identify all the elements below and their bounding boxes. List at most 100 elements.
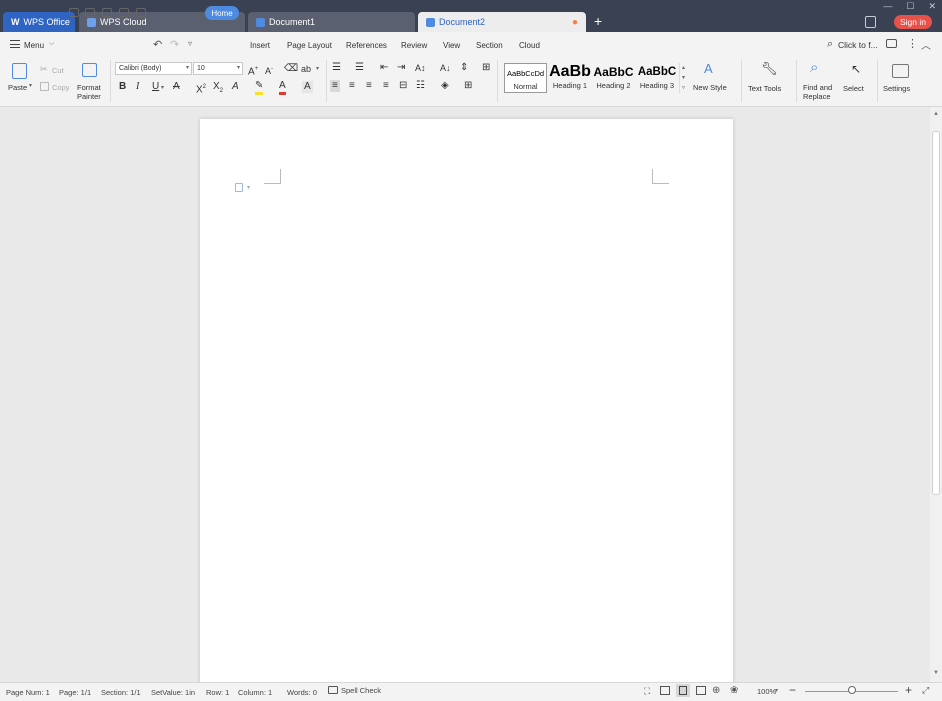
- web-view-icon[interactable]: ⊕: [712, 685, 720, 696]
- maximize-icon[interactable]: ☐: [906, 1, 914, 12]
- phonetic-guide-icon[interactable]: ab: [301, 63, 311, 75]
- paragraph-menu-icon[interactable]: [235, 183, 243, 192]
- shading-icon[interactable]: ◈: [441, 80, 449, 92]
- tab-section[interactable]: Section: [476, 41, 503, 50]
- minimize-icon[interactable]: —: [883, 1, 892, 12]
- find-replace-label-2[interactable]: Replace: [803, 92, 831, 101]
- italic-icon[interactable]: I: [136, 81, 139, 93]
- increase-font-size-icon[interactable]: A+: [248, 63, 258, 78]
- zoom-in-icon[interactable]: +: [905, 683, 912, 697]
- search-command-input[interactable]: Click to f...: [838, 40, 878, 50]
- open-icon[interactable]: [69, 8, 79, 17]
- print-preview-icon[interactable]: [136, 8, 146, 17]
- tab-references[interactable]: References: [346, 41, 387, 50]
- comment-icon[interactable]: [886, 39, 897, 48]
- align-center-icon[interactable]: ≡: [349, 80, 355, 92]
- decrease-font-size-icon[interactable]: A-: [265, 63, 273, 77]
- status-section[interactable]: Section: 1/1: [101, 688, 141, 697]
- cut-button[interactable]: Cut: [52, 66, 64, 75]
- cut-icon[interactable]: ✂: [40, 64, 48, 75]
- font-color-icon[interactable]: A: [279, 80, 286, 95]
- chevron-down-icon[interactable]: ▾: [775, 687, 778, 694]
- zoom-out-icon[interactable]: −: [789, 683, 796, 697]
- style-heading-3[interactable]: AaBbC Heading 3: [636, 63, 678, 93]
- styles-scroll[interactable]: ▴ ▾ ▿: [679, 63, 687, 93]
- sidebar-toggle-icon[interactable]: [865, 16, 876, 28]
- borders-icon[interactable]: ⊞: [464, 80, 472, 92]
- bold-icon[interactable]: B: [119, 81, 126, 93]
- new-style-button[interactable]: New Style: [693, 83, 727, 92]
- scroll-up-icon[interactable]: ▲: [933, 111, 939, 117]
- tab-page-layout[interactable]: Page Layout: [287, 41, 332, 50]
- status-setvalue[interactable]: SetValue: 1in: [151, 688, 195, 697]
- style-normal[interactable]: AaBbCcDd Normal: [504, 63, 547, 93]
- wrench-icon[interactable]: 🔧︎: [761, 62, 778, 75]
- paste-button[interactable]: Paste: [8, 83, 27, 92]
- subscript-icon[interactable]: X2: [213, 81, 223, 97]
- copy-icon[interactable]: [40, 82, 49, 91]
- strikethrough-icon[interactable]: A: [173, 81, 180, 93]
- status-page[interactable]: Page: 1/1: [59, 688, 91, 697]
- close-icon[interactable]: ✕: [928, 1, 936, 12]
- chevron-down-icon[interactable]: ▾: [247, 184, 250, 191]
- print-icon[interactable]: [119, 8, 129, 17]
- show-hide-marks-icon[interactable]: ⊞: [482, 62, 490, 74]
- page-view-active[interactable]: [676, 684, 690, 697]
- paste-icon[interactable]: [12, 63, 27, 79]
- numbered-list-icon[interactable]: ☰: [355, 62, 364, 74]
- eye-protection-icon[interactable]: ❀: [730, 685, 738, 696]
- more-options-icon[interactable]: ⋮: [907, 37, 918, 50]
- hamburger-icon[interactable]: [10, 40, 20, 48]
- status-page-num[interactable]: Page Num: 1: [6, 688, 50, 697]
- decrease-indent-icon[interactable]: ⇤: [380, 62, 388, 74]
- style-heading-1[interactable]: AaBb Heading 1: [548, 63, 592, 93]
- chevron-down-icon[interactable]: ▾: [161, 84, 164, 91]
- zoom-slider-thumb[interactable]: [847, 686, 856, 694]
- select-cursor-icon[interactable]: ↖: [851, 63, 861, 75]
- new-tab-button[interactable]: +: [594, 12, 602, 30]
- spell-check-button[interactable]: Spell Check: [341, 686, 381, 695]
- format-painter-label-1[interactable]: Format: [77, 83, 101, 92]
- customize-toolbar-icon[interactable]: ▿: [188, 39, 192, 48]
- distributed-icon[interactable]: ⊟: [399, 80, 407, 92]
- chevron-down-icon[interactable]: ▾: [29, 82, 32, 89]
- tab-cloud[interactable]: Cloud: [519, 41, 540, 50]
- sign-in-button[interactable]: Sign in: [894, 15, 932, 29]
- spell-check-icon[interactable]: [328, 686, 338, 694]
- tab-document2[interactable]: Document2 ●: [418, 12, 586, 32]
- copy-button[interactable]: Copy: [52, 83, 70, 92]
- tab-wps-office[interactable]: W WPS Office: [3, 12, 75, 32]
- export-pdf-icon[interactable]: [102, 8, 112, 17]
- settings-icon[interactable]: [892, 64, 909, 78]
- underline-icon[interactable]: U: [152, 81, 159, 93]
- style-heading-2[interactable]: AaBbC Heading 2: [592, 63, 635, 93]
- new-style-icon[interactable]: A: [704, 62, 713, 75]
- status-words[interactable]: Words: 0: [287, 688, 317, 697]
- paragraph-spacing-icon[interactable]: ☷: [416, 80, 425, 92]
- align-left-icon[interactable]: ≡: [330, 80, 340, 92]
- text-effects-icon[interactable]: A: [232, 81, 239, 93]
- status-row[interactable]: Row: 1: [206, 688, 229, 697]
- highlight-color-icon[interactable]: ✎: [255, 80, 264, 95]
- tab-home[interactable]: Home: [205, 6, 239, 20]
- tab-review[interactable]: Review: [401, 41, 427, 50]
- outline-view-icon[interactable]: [696, 686, 706, 695]
- clear-formatting-icon[interactable]: ⌫: [284, 63, 298, 75]
- two-page-view-icon[interactable]: [660, 686, 670, 695]
- status-column[interactable]: Column: 1: [238, 688, 272, 697]
- full-screen-icon[interactable]: ⛶: [644, 686, 650, 697]
- superscript-icon[interactable]: X2: [196, 81, 206, 96]
- increase-indent-icon[interactable]: ⇥: [397, 62, 405, 74]
- align-right-icon[interactable]: ≡: [366, 80, 372, 92]
- document-page[interactable]: ▾: [200, 119, 733, 689]
- format-painter-icon[interactable]: [82, 63, 97, 77]
- scroll-down-icon[interactable]: ▼: [933, 670, 939, 676]
- format-painter-label-2[interactable]: Painter: [77, 92, 101, 101]
- line-spacing-icon[interactable]: ⇕: [460, 62, 468, 74]
- chevron-down-icon[interactable]: ⌵: [49, 40, 54, 48]
- find-replace-label-1[interactable]: Find and: [803, 83, 832, 92]
- tab-view[interactable]: View: [443, 41, 460, 50]
- undo-icon[interactable]: ↶: [153, 38, 162, 51]
- find-icon[interactable]: ⌕: [810, 60, 818, 75]
- font-size-select[interactable]: 10 ▾: [193, 62, 243, 75]
